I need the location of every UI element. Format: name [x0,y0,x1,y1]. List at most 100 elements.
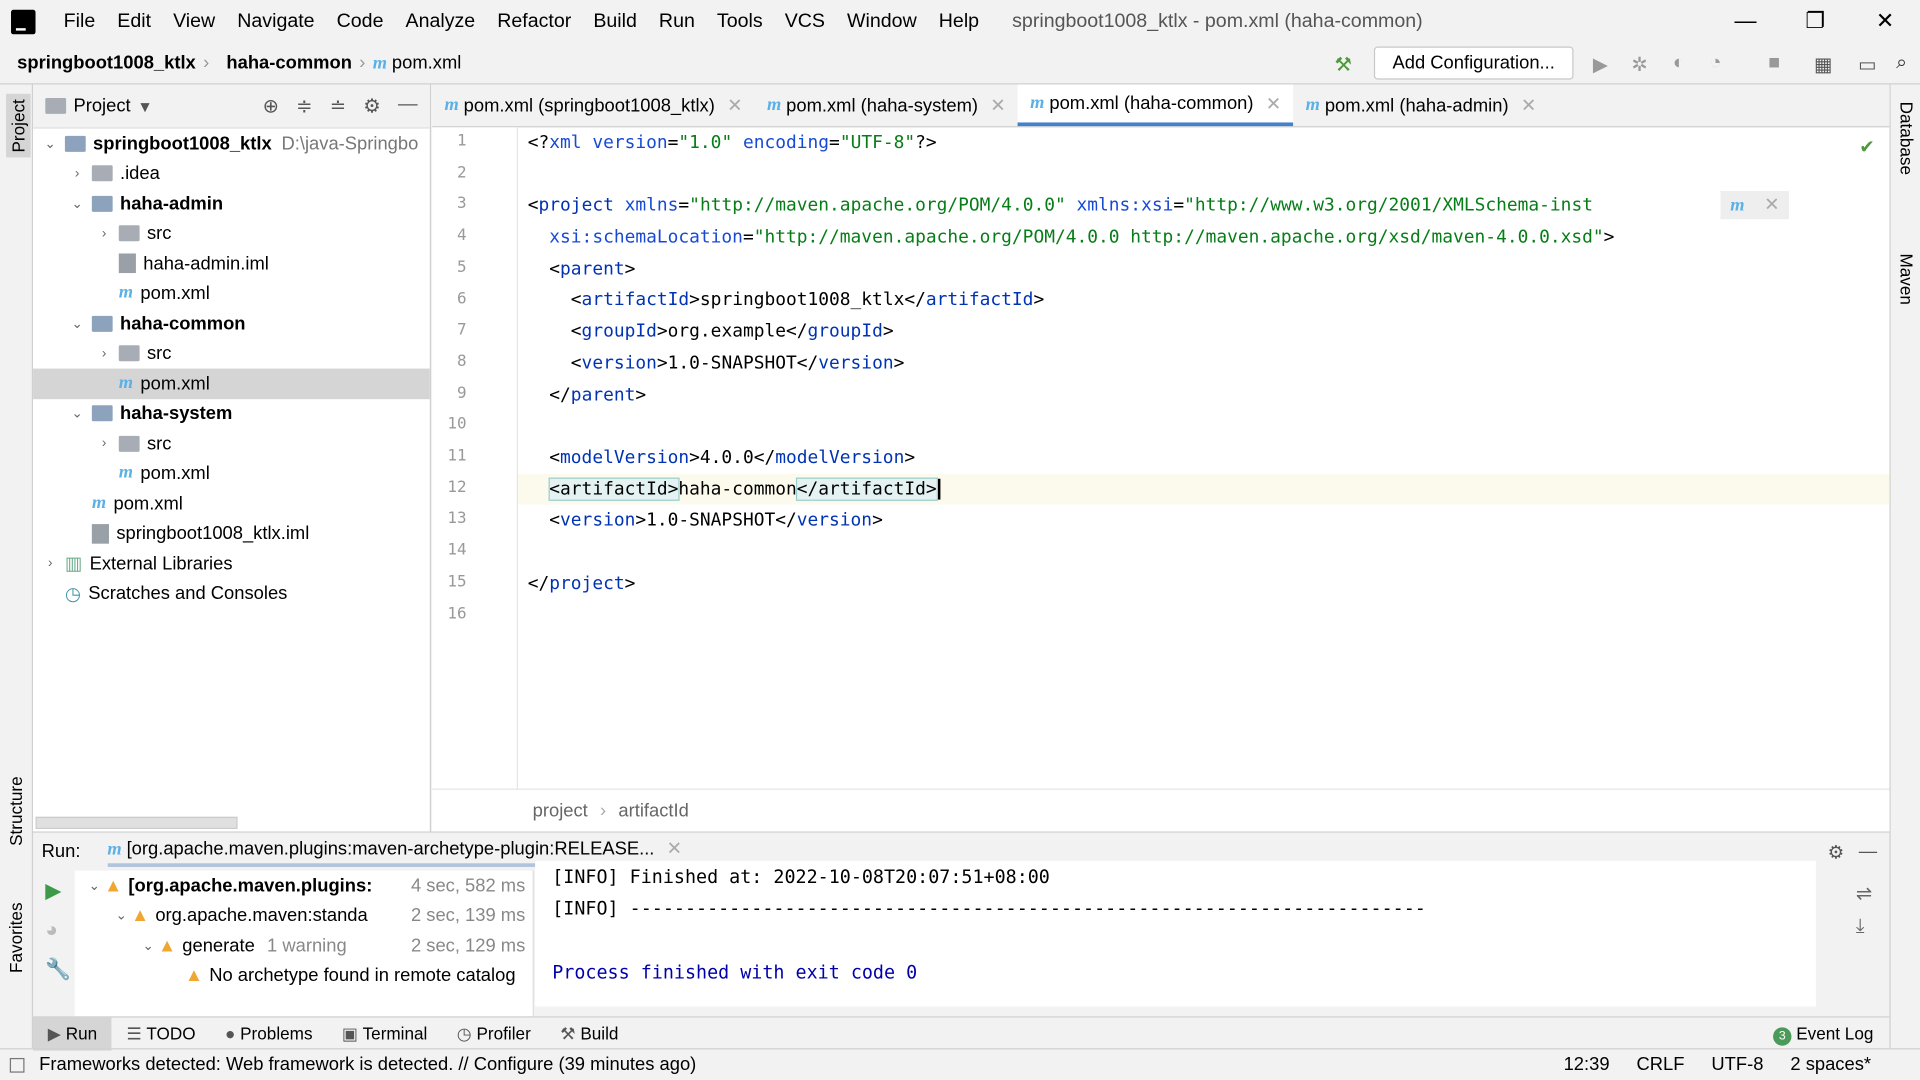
collapse-all-icon[interactable]: ≐ [330,94,346,118]
tree-item[interactable]: springboot1008_ktlx.iml [33,519,430,549]
bottom-tab-run[interactable]: ▶ Run [33,1016,112,1051]
database-tool-button[interactable]: Database [1897,102,1917,175]
run-tree-item[interactable]: ▲ No archetype found in remote catalog [75,961,533,991]
locate-icon[interactable]: ⊕ [263,94,279,118]
toggle-tree-icon[interactable]: ◕ [45,918,71,942]
tree-item[interactable]: ⌄ haha-common [33,309,430,339]
tree-item[interactable]: › src [33,339,430,369]
bottom-tab-terminal[interactable]: ▣ Terminal [327,1017,442,1050]
close-tab-icon[interactable]: ✕ [727,94,742,117]
menu-code[interactable]: Code [326,10,395,32]
menu-run[interactable]: Run [648,10,706,32]
menu-edit[interactable]: Edit [106,10,162,32]
indent[interactable]: 2 spaces* [1790,1054,1871,1075]
gear-icon[interactable]: ⚙ [363,94,381,118]
menu-help[interactable]: Help [928,10,990,32]
tree-item[interactable]: m pom.xml [33,368,430,399]
menu-vcs[interactable]: VCS [774,10,836,32]
tree-item[interactable]: › .idea [33,159,430,189]
line-separator[interactable]: CRLF [1636,1054,1684,1075]
tree-item[interactable]: › src [33,429,430,459]
expand-arrow-icon[interactable]: ⌄ [67,316,87,332]
favorites-tool-button[interactable]: Favorites [6,902,26,973]
tree-item[interactable]: › ▥ External Libraries [33,549,430,579]
menu-view[interactable]: View [162,10,226,32]
console-output[interactable]: [INFO] Finished at: 2022-10-08T20:07:51+… [535,860,1816,1007]
project-structure-icon[interactable]: ▦ [1812,53,1834,76]
tree-item[interactable]: haha-admin.iml [33,249,430,279]
editor-tab[interactable]: m pom.xml (haha-admin) ✕ [1293,84,1548,126]
expand-arrow-icon[interactable]: › [94,226,114,241]
bottom-tab-todo[interactable]: ☰ TODO [112,1017,210,1050]
layout-icon[interactable]: ▭ [1856,53,1878,76]
editor-tab[interactable]: m pom.xml (haha-common) ✕ [1017,84,1294,127]
status-message[interactable]: Frameworks detected: Web framework is de… [39,1054,696,1075]
expand-arrow-icon[interactable]: ⌄ [67,196,87,212]
stop-icon[interactable]: ■ [1763,53,1785,75]
close-tab-icon[interactable]: ✕ [1521,94,1536,117]
soft-wrap-icon[interactable]: ⇌ [1856,882,1872,906]
tree-item[interactable]: ◷ Scratches and Consoles [33,579,430,609]
bottom-tab-profiler[interactable]: ◷ Profiler [442,1017,545,1050]
expand-arrow-icon[interactable]: ⌄ [111,908,131,924]
coverage-icon[interactable]: ◐ [1668,53,1690,75]
restore-button[interactable]: ❐ [1780,0,1850,43]
run-tree-item[interactable]: ⌄ ▲ generate 1 warning 2 sec, 129 ms [75,931,533,961]
bottom-tab-build[interactable]: ⚒ Build [545,1017,633,1050]
tree-item[interactable]: m pom.xml [33,459,430,489]
expand-arrow-icon[interactable]: ⌄ [84,878,104,894]
search-icon[interactable]: ⌕ [1891,53,1913,75]
profile-icon[interactable]: ◔ [1705,53,1727,75]
menu-build[interactable]: Build [582,10,648,32]
tree-item[interactable]: ⌄ haha-system [33,399,430,429]
gear-icon[interactable]: ⚙ [1828,841,1844,863]
close-button[interactable]: ✕ [1850,0,1920,43]
toggle-tool-windows-icon[interactable] [9,1057,25,1073]
expand-arrow-icon[interactable]: › [67,166,87,181]
menu-window[interactable]: Window [836,10,928,32]
tree-item[interactable]: m pom.xml [33,489,430,519]
menu-refactor[interactable]: Refactor [486,10,582,32]
crumb-project[interactable]: project [533,801,588,822]
structure-tool-button[interactable]: Structure [6,776,26,846]
expand-arrow-icon[interactable]: › [94,436,114,451]
editor-tab[interactable]: m pom.xml (haha-system) ✕ [755,84,1018,126]
breadcrumb-project[interactable]: springboot1008_ktlx [0,53,203,74]
breadcrumb-module[interactable]: haha-common [209,53,359,74]
menu-file[interactable]: File [53,10,107,32]
project-tool-button[interactable]: Project [6,94,31,158]
expand-arrow-icon[interactable]: ⌄ [67,406,87,422]
run-tree-item[interactable]: ⌄ ▲ [org.apache.maven.plugins: 4 sec, 582 m… [75,871,533,901]
maven-tool-button[interactable]: Maven [1897,253,1917,304]
code-area[interactable]: <?xml version="1.0" encoding="UTF-8"?> <p… [517,127,1890,630]
hide-icon[interactable]: — [398,94,418,118]
tree-item[interactable]: ⌄ springboot1008_ktlx D:\java-Springbo [33,129,430,159]
breadcrumb-file[interactable]: m pom.xml [365,52,462,74]
minimize-button[interactable]: — [1711,0,1781,43]
wrench-icon[interactable]: 🔧 [45,958,71,982]
rerun-icon[interactable]: ▶ [45,879,71,903]
scroll-to-end-icon[interactable]: ⤓ [1856,916,1872,938]
debug-icon[interactable]: ✲ [1629,53,1651,76]
tree-item[interactable]: m pom.xml [33,279,430,309]
expand-all-icon[interactable]: ≑ [296,94,312,118]
expand-arrow-icon[interactable]: › [94,346,114,361]
menu-tools[interactable]: Tools [706,10,774,32]
run-tree-item[interactable]: ⌄ ▲ org.apache.maven:standa 2 sec, 139 ms [75,901,533,931]
maven-reload-icon[interactable]: m ✕ [1720,191,1790,220]
crumb-artifactid[interactable]: artifactId [618,801,688,822]
close-tab-icon[interactable]: ✕ [990,94,1005,117]
tree-item[interactable]: › src [33,219,430,249]
close-tab-icon[interactable]: ✕ [1266,92,1281,115]
build-hammer-icon[interactable]: ⚒ [1332,53,1354,76]
menu-navigate[interactable]: Navigate [226,10,325,32]
project-view-dropdown[interactable]: Project [73,96,130,117]
expand-arrow-icon[interactable]: › [40,556,60,571]
editor-tab[interactable]: m pom.xml (springboot1008_ktlx) ✕ [432,84,754,126]
hide-icon[interactable]: — [1859,841,1877,862]
menu-analyze[interactable]: Analyze [394,10,486,32]
add-configuration-button[interactable]: Add Configuration... [1373,46,1574,80]
run-icon[interactable]: ▶ [1589,53,1611,76]
expand-arrow-icon[interactable]: ⌄ [138,938,158,954]
horizontal-scrollbar[interactable] [35,816,238,829]
